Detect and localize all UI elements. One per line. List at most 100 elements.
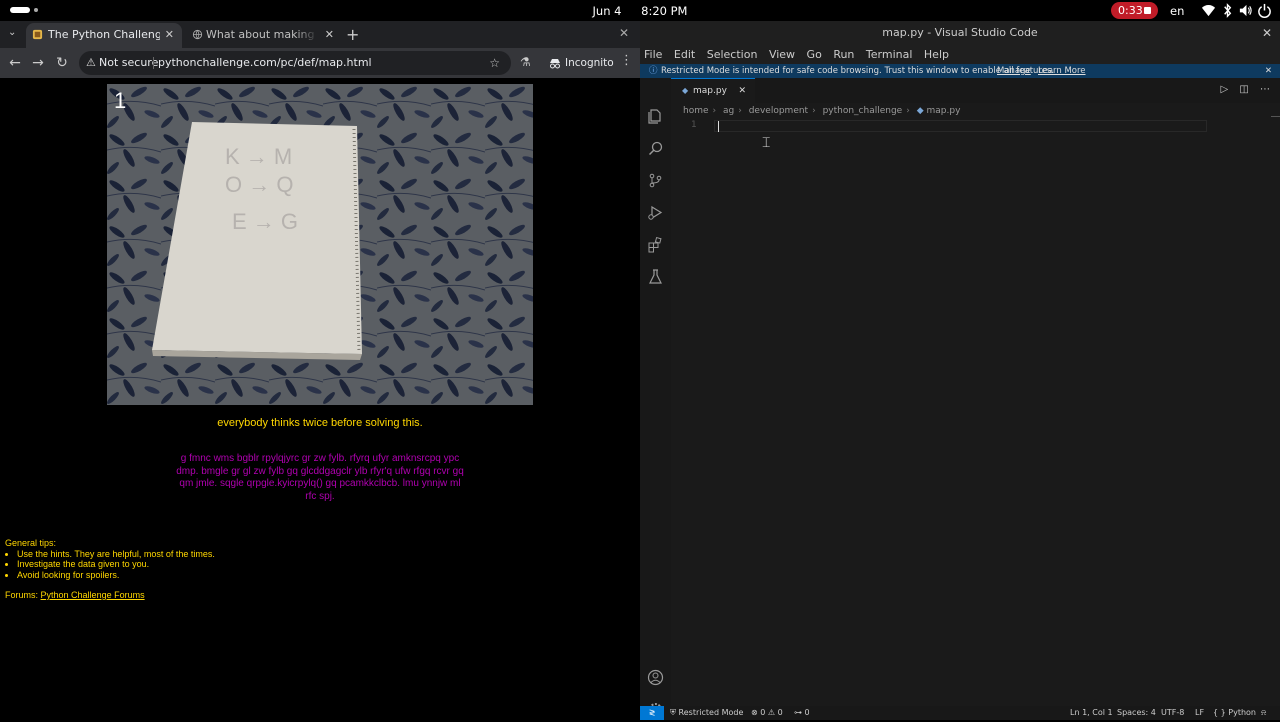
search-icon[interactable] [647, 140, 664, 157]
ports-status[interactable]: ⊶ 0 [794, 706, 810, 720]
system-top-bar: Jun 4 8:20 PM 0:33 en [0, 0, 1280, 21]
problems-status[interactable]: ⊗ 0 ⚠ 0 [751, 706, 783, 720]
bookmark-star-icon[interactable]: ☆ [489, 51, 500, 75]
cursor-position[interactable]: Ln 1, Col 1 [1070, 706, 1113, 720]
run-python-icon[interactable]: ▷ [1220, 84, 1228, 95]
tips-heading: General tips: [5, 538, 57, 548]
not-secure-label[interactable]: Not secure [99, 51, 158, 75]
new-tab-button[interactable]: + [346, 25, 359, 44]
menu-edit[interactable]: Edit [674, 48, 695, 61]
manage-link[interactable]: Manage [997, 64, 1031, 78]
breadcrumb-item[interactable]: map.py [927, 106, 961, 116]
cipher-line: dmp. bmgle gr gl zw fylb gq glcddgagclr … [176, 465, 464, 477]
forums-line: Forums: Python Challenge Forums [5, 590, 145, 600]
labs-flask-icon[interactable]: ⚗ [520, 55, 531, 69]
extensions-icon[interactable] [647, 236, 664, 253]
not-secure-icon[interactable]: ⚠ [86, 51, 96, 75]
split-editor-icon[interactable]: ◫ [1239, 84, 1248, 95]
forward-icon[interactable]: → [30, 55, 46, 71]
explorer-icon[interactable] [647, 108, 664, 125]
ports-count: 0 [804, 708, 810, 717]
editor-area[interactable]: ◆ map.py ✕ ▷ ◫ ⋯ home › ag › development › … [671, 78, 1280, 706]
recording-time: 0:33 [1118, 4, 1143, 17]
reload-icon[interactable]: ↻ [54, 55, 70, 71]
general-tips: General tips: Use the hints. They are he… [5, 538, 215, 580]
more-actions-icon[interactable]: ⋯ [1260, 84, 1270, 95]
address-bar[interactable]: ⚠ Not secure pythonchallenge.com/pc/def/… [79, 51, 511, 75]
end-of-line[interactable]: LF [1195, 706, 1204, 720]
menu-bar: File Edit Selection View Go Run Terminal… [640, 45, 1280, 64]
menu-terminal[interactable]: Terminal [866, 48, 913, 61]
chrome-window: ⌄ The Python Challenge ✕ What about maki… [0, 21, 640, 720]
menu-file[interactable]: File [644, 48, 662, 61]
menu-go[interactable]: Go [807, 48, 822, 61]
python-file-icon: ◆ [916, 106, 924, 116]
menu-kebab-icon[interactable]: ⋮ [620, 53, 633, 68]
globe-icon [192, 29, 203, 40]
remote-indicator-icon[interactable]: ≷ [640, 706, 664, 720]
menu-help[interactable]: Help [924, 48, 949, 61]
wifi-icon[interactable] [1201, 3, 1216, 18]
activity-bar [640, 78, 671, 716]
indentation[interactable]: Spaces: 4 [1117, 706, 1156, 720]
clock-time[interactable]: 8:20 PM [641, 4, 687, 18]
forums-link[interactable]: Python Challenge Forums [41, 590, 145, 600]
close-tab-icon[interactable]: ✕ [165, 23, 174, 46]
breadcrumb-item[interactable]: development [749, 106, 808, 116]
volume-icon[interactable] [1238, 3, 1253, 18]
power-icon[interactable] [1257, 3, 1272, 18]
close-tab-icon[interactable]: ✕ [738, 79, 746, 103]
activities-indicator[interactable] [10, 7, 46, 14]
editor-tab-map-py[interactable]: ◆ map.py ✕ [671, 78, 755, 103]
run-debug-icon[interactable] [647, 204, 664, 221]
editor-tabs: ◆ map.py ✕ ▷ ◫ ⋯ [671, 78, 1280, 103]
source-control-icon[interactable] [647, 172, 664, 189]
window-close-icon[interactable]: ✕ [619, 26, 629, 40]
menu-run[interactable]: Run [833, 48, 854, 61]
window-title-text: map.py - Visual Studio Code [882, 26, 1038, 39]
keyboard-layout[interactable]: en [1170, 4, 1184, 18]
breadcrumb-item[interactable]: home [683, 106, 709, 116]
tip-item: Use the hints. They are helpful, most of… [17, 549, 215, 560]
clock-date[interactable]: Jun 4 [593, 4, 622, 18]
window-close-icon[interactable]: ✕ [1262, 21, 1272, 45]
learn-more-link[interactable]: Learn More [1038, 64, 1086, 78]
minimap[interactable] [1271, 116, 1280, 117]
tab-title: The Python Challenge [48, 28, 160, 41]
breadcrumb-item[interactable]: ag [723, 106, 734, 116]
notebook-line-1: K → M [225, 144, 292, 169]
restricted-mode-label: Restricted Mode [678, 708, 744, 717]
editor-tab-label: map.py [693, 86, 727, 96]
url-text[interactable]: pythonchallenge.com/pc/def/map.html [158, 51, 372, 75]
breadcrumb-item[interactable]: python_challenge [823, 106, 903, 116]
notifications-bell-icon[interactable]: ⍾ [1261, 706, 1266, 720]
tab-python-challenge[interactable]: The Python Challenge ✕ [26, 23, 182, 48]
restricted-mode-status[interactable]: ⛨ Restricted Mode [670, 706, 743, 720]
account-icon[interactable] [647, 669, 664, 686]
vscode-window: map.py - Visual Studio Code ✕ File Edit … [640, 21, 1280, 720]
photo-number: 1 [114, 88, 127, 113]
shield-icon: ⓘ [649, 66, 658, 76]
tab-search-icon[interactable]: ⌄ [8, 27, 16, 38]
menu-selection[interactable]: Selection [707, 48, 758, 61]
stop-icon[interactable] [1144, 7, 1151, 14]
tip-item: Investigate the data given to you. [17, 559, 215, 570]
testing-flask-icon[interactable] [647, 268, 664, 285]
language-label: Python [1228, 708, 1256, 717]
incognito-indicator[interactable]: Incognito [546, 53, 614, 73]
close-tab-icon[interactable]: ✕ [325, 23, 334, 46]
status-bar: ≷ ⛨ Restricted Mode ⊗ 0 ⚠ 0 ⊶ 0 Ln 1, Co… [640, 706, 1280, 720]
screen-recording-indicator[interactable]: 0:33 [1111, 2, 1158, 19]
editor-actions: ▷ ◫ ⋯ [1212, 84, 1270, 95]
clock[interactable]: Jun 4 8:20 PM [0, 4, 1280, 18]
back-icon[interactable]: ← [7, 55, 23, 71]
tab-translation[interactable]: What about making trans ✕ [186, 23, 342, 48]
tab-title: What about making trans [206, 28, 318, 41]
encoding[interactable]: UTF-8 [1161, 706, 1184, 720]
incognito-icon [550, 59, 560, 69]
banner-close-icon[interactable]: ✕ [1265, 64, 1272, 78]
language-mode[interactable]: { } Python [1213, 706, 1256, 720]
menu-view[interactable]: View [769, 48, 795, 61]
bluetooth-icon[interactable] [1220, 3, 1235, 18]
cipher-line: rfc spj. [305, 490, 335, 502]
